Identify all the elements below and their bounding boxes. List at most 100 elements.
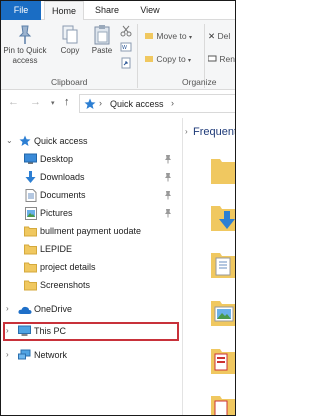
nav-item-label: project details [40, 262, 96, 272]
pictures-folder-icon[interactable] [211, 298, 236, 328]
nav-this-pc[interactable]: › This PC [1, 323, 181, 341]
nav-item-label: Documents [40, 190, 86, 200]
chevron-down-icon: ▾ [188, 58, 192, 64]
breadcrumb-separator-icon: › [99, 98, 102, 108]
forward-arrow-icon[interactable]: → [30, 96, 41, 108]
content-pane: › Frequent [183, 118, 236, 416]
nav-quick-access-label: Quick access [34, 136, 88, 146]
pin-icon[interactable] [164, 208, 172, 218]
rename-label: Ren [219, 54, 235, 64]
move-to-button[interactable]: Move to ▾ [145, 30, 192, 42]
pin-label-line1: Pin to Quick [3, 46, 47, 55]
nav-quick-access[interactable]: ⌄ Quick access [1, 133, 181, 151]
onedrive-cloud-icon [18, 306, 32, 314]
expand-chevron-icon[interactable]: › [6, 326, 9, 335]
downloads-folder-icon[interactable] [211, 203, 236, 233]
nav-this-pc-label: This PC [34, 326, 67, 336]
copy-icon [62, 25, 78, 44]
computer-icon [18, 325, 31, 336]
pictures-icon [25, 207, 37, 220]
quick-access-star-icon [84, 98, 96, 109]
expand-chevron-icon[interactable]: › [6, 304, 9, 313]
nav-item-folder[interactable]: project details [1, 259, 181, 277]
copy-label: Copy [60, 46, 80, 55]
documents-folder-icon[interactable] [211, 250, 236, 280]
paste-icon [94, 25, 110, 45]
nav-item-downloads[interactable]: Downloads [1, 169, 181, 187]
nav-item-documents[interactable]: Documents [1, 187, 181, 205]
nav-item-pictures[interactable]: Pictures [1, 205, 181, 223]
rename-icon [207, 55, 217, 62]
pin-label-line2: access [12, 56, 38, 65]
network-icon [18, 349, 31, 360]
tab-home[interactable]: Home [44, 1, 84, 21]
move-to-icon [145, 33, 153, 39]
delete-icon: ✕ [208, 31, 216, 41]
nav-item-folder[interactable]: LEPIDE [1, 241, 181, 259]
quick-access-star-icon [19, 135, 31, 146]
address-bar-row: ← → ▾ ↑ › Quick access › [1, 90, 235, 118]
folder-icon [24, 280, 37, 291]
organize-group-label: Organize [182, 77, 217, 87]
paste-button[interactable]: Paste [88, 24, 116, 56]
copy-to-label: Copy to [156, 54, 186, 64]
folder-icon [24, 226, 37, 237]
breadcrumb-separator-icon: › [171, 98, 174, 108]
nav-item-label: Desktop [40, 154, 74, 164]
navigation-pane: ⌄ Quick access Desktop Downloads Documen… [1, 129, 181, 415]
clipboard-group-label: Clipboard [51, 77, 88, 87]
paste-shortcut-icon[interactable] [120, 57, 132, 69]
tab-share[interactable]: Share [91, 1, 123, 20]
nav-item-label: bullment payment uodate [40, 226, 142, 236]
cut-icon[interactable] [120, 25, 132, 37]
copy-path-icon[interactable]: W [120, 41, 132, 53]
folder-icon[interactable] [211, 346, 236, 376]
nav-item-label: Screenshots [40, 280, 91, 290]
pin-icon[interactable] [164, 172, 172, 182]
nav-item-folder[interactable]: Screenshots [1, 277, 181, 295]
desktop-icon [24, 153, 37, 164]
pin-icon[interactable] [164, 190, 172, 200]
rename-button[interactable]: Ren [207, 53, 235, 65]
folder-icon [24, 262, 37, 273]
address-box[interactable]: › Quick access › [79, 94, 235, 113]
nav-item-desktop[interactable]: Desktop [1, 151, 181, 169]
delete-label: Del [217, 31, 231, 41]
pin-icon [18, 25, 32, 44]
folder-icon[interactable] [211, 156, 236, 184]
downloads-icon [25, 171, 36, 183]
delete-button[interactable]: ✕ Del [208, 30, 230, 42]
up-arrow-icon[interactable]: ↑ [64, 96, 70, 108]
nav-onedrive-label: OneDrive [34, 304, 73, 314]
pin-icon[interactable] [164, 154, 172, 164]
chevron-down-icon: ▾ [189, 35, 193, 41]
nav-item-label: LEPIDE [40, 244, 73, 254]
nav-item-folder[interactable]: bullment payment uodate [1, 223, 181, 241]
chevron-down-icon[interactable]: ▾ [51, 99, 55, 107]
file-explorer-window: File Home Share View Pin to Quick access… [0, 0, 236, 416]
nav-onedrive[interactable]: › OneDrive [1, 301, 181, 319]
nav-network[interactable]: › Network [1, 347, 181, 365]
tab-file[interactable]: File [1, 1, 41, 20]
collapse-chevron-icon[interactable]: › [185, 127, 188, 136]
expand-chevron-icon[interactable]: ⌄ [6, 136, 13, 145]
breadcrumb-quick-access[interactable]: Quick access [110, 99, 164, 109]
nav-item-label: Pictures [40, 208, 73, 218]
nav-item-label: Downloads [40, 172, 85, 182]
ribbon-tab-bar: File Home Share View [1, 1, 235, 21]
frequent-folders-header[interactable]: Frequent [193, 126, 235, 138]
svg-text:W: W [122, 45, 127, 51]
folder-icon[interactable] [211, 393, 236, 416]
ribbon: Pin to Quick access Copy Paste W Clipboa… [1, 20, 235, 90]
ribbon-separator [137, 24, 138, 88]
paste-label: Paste [91, 46, 113, 55]
back-arrow-icon[interactable]: ← [8, 96, 19, 108]
copy-button[interactable]: Copy [57, 24, 83, 56]
pin-to-quick-access-button[interactable]: Pin to Quick access [3, 24, 47, 66]
move-to-label: Move to [156, 31, 187, 41]
copy-to-button[interactable]: Copy to ▾ [145, 53, 191, 65]
tab-view[interactable]: View [135, 1, 165, 20]
copy-to-icon [145, 56, 153, 62]
folder-icon [24, 244, 37, 255]
expand-chevron-icon[interactable]: › [6, 350, 9, 359]
